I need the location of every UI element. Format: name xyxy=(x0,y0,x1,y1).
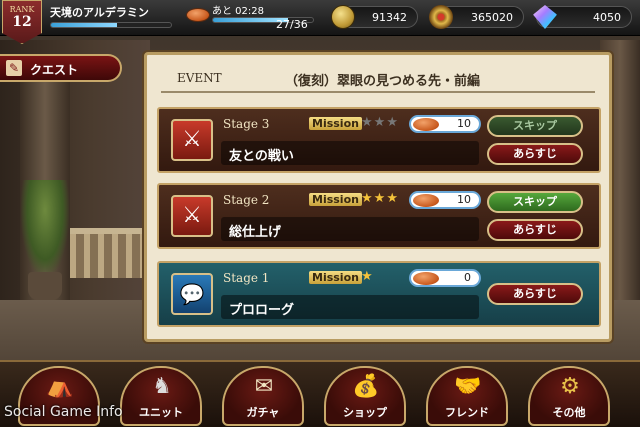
nav-other[interactable]: ⚙ その他 xyxy=(528,366,610,426)
mission-label: Mission xyxy=(309,193,362,206)
stage-number: Stage 2 xyxy=(223,193,270,207)
stage-name: 友との戦い xyxy=(229,149,294,164)
stamina-cost: 0 xyxy=(409,269,481,287)
watermark: Social Game Info xyxy=(4,404,123,420)
stage-number: Stage 1 xyxy=(223,271,270,285)
nav-label: ショップ xyxy=(343,406,387,419)
unit-icon: ♞ xyxy=(152,374,172,399)
event-tag: EVENT xyxy=(177,71,222,85)
gem-counter[interactable]: 4050 xyxy=(533,5,632,29)
stamina-cost-icon xyxy=(413,194,439,207)
coin-value: 91342 xyxy=(372,11,407,24)
speech-bubble-icon: 💬 xyxy=(171,273,213,315)
star-icon: ★ xyxy=(386,191,399,206)
event-header: EVENT （復刻）翠眼の見つめる先・前編 xyxy=(161,63,595,93)
mission-stars: ★★★ xyxy=(361,191,399,206)
stamina-cost-value: 10 xyxy=(457,117,471,130)
nav-gacha[interactable]: ✉ ガチャ xyxy=(222,366,304,426)
stage-row-1[interactable]: 💬 Stage 1 Mission ★ 0 プロローグ あらすじ xyxy=(157,261,601,327)
star-icon: ★ xyxy=(361,191,374,206)
mission-stars: ★ xyxy=(361,269,374,284)
star-icon: ★ xyxy=(361,115,374,130)
tent-icon: ⛺ xyxy=(46,374,74,399)
quest-tab[interactable]: ✎ クエスト xyxy=(0,54,122,82)
medal-counter[interactable]: 365020 xyxy=(429,5,524,29)
medal-icon xyxy=(429,5,453,29)
stamina-cost-value: 0 xyxy=(464,271,471,284)
nav-label: ユニット xyxy=(139,406,183,419)
potted-plant xyxy=(20,180,70,280)
stamina-cost-icon xyxy=(413,272,439,285)
quest-tab-label: クエスト xyxy=(30,63,79,77)
star-icon: ★ xyxy=(373,115,387,130)
medal-value: 365020 xyxy=(471,11,513,24)
mission-stars: ★★★ xyxy=(361,115,399,130)
rank-label: RANK xyxy=(9,5,35,14)
crossed-swords-icon: ⚔ xyxy=(171,119,213,161)
stage-name: 総仕上げ xyxy=(229,225,282,240)
nav-label: その他 xyxy=(552,406,586,419)
gem-icon xyxy=(533,5,557,29)
synopsis-button[interactable]: あらすじ xyxy=(487,283,583,305)
friend-icon: 🤝 xyxy=(454,374,482,399)
skip-button[interactable]: スキップ xyxy=(487,191,583,213)
shop-icon: 💰 xyxy=(352,374,380,399)
nav-shop[interactable]: 💰 ショップ xyxy=(324,366,406,426)
synopsis-button[interactable]: あらすじ xyxy=(487,219,583,241)
background-fence xyxy=(70,228,144,278)
mission-label: Mission xyxy=(309,117,362,130)
stamina-cost-icon xyxy=(413,118,439,131)
stage-name-bar: 総仕上げ xyxy=(221,217,479,241)
stage-name-bar: プロローグ xyxy=(221,295,479,319)
stage-row-2[interactable]: ⚔ Stage 2 Mission ★★★ 10 総仕上げ スキップ あらすじ xyxy=(157,183,601,249)
status-bar: RANK 12 天境のアルデラミン あと 02:28 27/36 91342 3… xyxy=(0,0,640,44)
synopsis-button[interactable]: あらすじ xyxy=(487,143,583,165)
nav-unit[interactable]: ♞ ユニット xyxy=(120,366,202,426)
stage-row-3[interactable]: ⚔ Stage 3 Mission ★★★ 10 友との戦い スキップ あらすじ xyxy=(157,107,601,173)
player-name: 天境のアルデラミン xyxy=(50,6,149,19)
stamina-cost: 10 xyxy=(409,191,481,209)
nav-friend[interactable]: 🤝 フレンド xyxy=(426,366,508,426)
gem-value: 4050 xyxy=(593,11,621,24)
event-title: （復刻）翠眼の見つめる先・前編 xyxy=(285,74,481,89)
gear-icon: ⚙ xyxy=(560,374,580,399)
star-icon: ★ xyxy=(373,191,387,206)
stage-name-bar: 友との戦い xyxy=(221,141,479,165)
stamina-count: 27/36 xyxy=(276,18,308,31)
stamina-cost-value: 10 xyxy=(457,193,471,206)
exp-bar-fill xyxy=(51,23,117,27)
mission-label: Mission xyxy=(309,271,362,284)
quill-icon: ✎ xyxy=(6,60,22,76)
stamina-timer: あと 02:28 xyxy=(212,6,264,17)
gacha-icon: ✉ xyxy=(254,374,274,399)
exp-bar xyxy=(50,22,172,28)
plant-pot xyxy=(28,272,62,300)
stage-name: プロローグ xyxy=(229,303,295,318)
quest-panel: EVENT （復刻）翠眼の見つめる先・前編 ⚔ Stage 3 Mission … xyxy=(144,52,612,342)
stage-number: Stage 3 xyxy=(223,117,270,131)
nav-label: ガチャ xyxy=(246,406,280,419)
nav-label: フレンド xyxy=(445,406,489,419)
stamina-cost: 10 xyxy=(409,115,481,133)
crossed-swords-icon: ⚔ xyxy=(171,195,213,237)
coin-counter[interactable]: 91342 xyxy=(331,5,418,29)
rank-number: 12 xyxy=(12,14,32,30)
stamina-icon xyxy=(186,8,210,22)
star-icon: ★ xyxy=(361,269,374,284)
star-icon: ★ xyxy=(386,115,399,130)
coin-icon xyxy=(331,5,355,29)
skip-button[interactable]: スキップ xyxy=(487,115,583,137)
